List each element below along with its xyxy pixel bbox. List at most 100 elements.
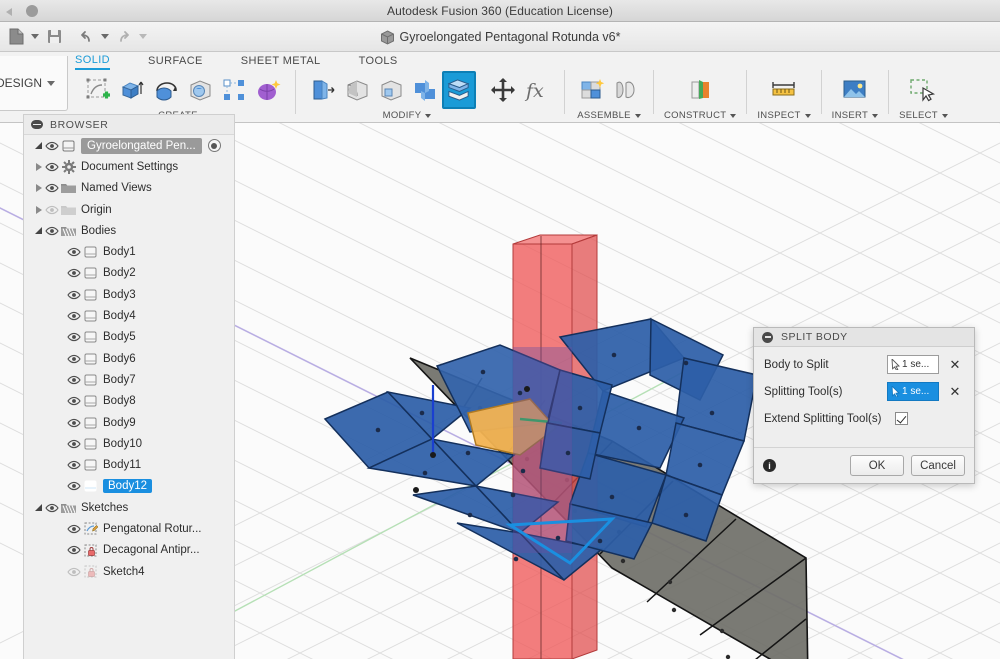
visibility-eye-icon[interactable] [66,310,82,322]
offset-plane-icon[interactable] [683,71,717,109]
visibility-eye-icon[interactable] [66,438,82,450]
body-to-split-clear-button[interactable]: ✕ [946,357,964,373]
browser-item-body11[interactable]: Body11 [24,454,234,475]
visibility-eye-icon[interactable] [44,161,60,173]
browser-item-body5[interactable]: Body5 [24,327,234,348]
browser-collapse-icon[interactable] [31,120,43,129]
info-icon[interactable]: i [763,459,776,472]
split-body-dialog[interactable]: SPLIT BODY Body to Split 1 se... ✕ Split… [753,327,975,484]
insert-image-icon[interactable] [838,71,872,109]
browser-item-sketches[interactable]: Sketches [24,497,234,518]
browser-item-document-settings[interactable]: Document Settings [24,156,234,177]
browser-item-body7[interactable]: Body7 [24,369,234,390]
ribbon-tabs[interactable]: SOLID SURFACE SHEET METAL TOOLS [75,52,436,71]
browser-item-origin[interactable]: Origin [24,199,234,220]
browser-item-named-views[interactable]: Named Views [24,178,234,199]
tab-tools[interactable]: TOOLS [359,55,398,69]
new-file-icon[interactable] [5,26,27,48]
splitting-tools-clear-button[interactable]: ✕ [946,384,964,400]
browser-header[interactable]: BROWSER [24,115,234,135]
visibility-eye-icon[interactable] [66,395,82,407]
create-sketch-icon[interactable] [81,71,115,109]
tab-sheet-metal[interactable]: SHEET METAL [241,55,321,69]
browser-item-body10[interactable]: Body10 [24,433,234,454]
visibility-eye-icon[interactable] [66,374,82,386]
root-expand-icon[interactable] [33,142,44,149]
quick-access-toolbar[interactable] [0,22,1000,52]
browser-tree[interactable]: Document SettingsNamed ViewsOriginBodies… [24,156,234,582]
ribbon-group-inspect-label[interactable]: INSPECT [757,110,810,121]
visibility-eye-icon[interactable] [44,182,60,194]
visibility-eye-icon[interactable] [66,544,82,556]
browser-item-body6[interactable]: Body6 [24,348,234,369]
extrude-icon[interactable] [115,71,149,109]
visibility-eye-icon[interactable] [66,523,82,535]
cancel-button[interactable]: Cancel [911,455,965,476]
form-icon[interactable] [251,71,285,109]
browser-item-decagonal-antipr[interactable]: Decagonal Antipr... [24,540,234,561]
browser-root-row[interactable]: Gyroelongated Pen... [24,135,234,156]
ribbon-group-insert-label[interactable]: INSERT [832,110,878,121]
browser-panel[interactable]: BROWSER Gyroelongated Pen... Document Se… [23,114,235,659]
new-component-icon[interactable] [575,71,609,109]
browser-item-body8[interactable]: Body8 [24,391,234,412]
dialog-collapse-icon[interactable] [762,332,773,343]
visibility-eye-icon[interactable] [66,331,82,343]
browser-item-body2[interactable]: Body2 [24,263,234,284]
workspace-switcher[interactable]: DESIGN [0,56,68,111]
visibility-eye-icon[interactable] [66,566,82,578]
joint-icon[interactable] [609,71,643,109]
visibility-eye-icon[interactable] [66,289,82,301]
workspace-caret-icon[interactable] [47,81,55,86]
collapse-triangle-icon[interactable] [33,504,44,511]
undo-dropdown-caret-icon[interactable] [101,34,109,39]
redo-dropdown-caret-icon[interactable] [139,34,147,39]
expand-triangle-icon[interactable] [33,163,44,171]
revolve-icon[interactable] [149,71,183,109]
save-icon[interactable] [43,26,65,48]
root-activate-radio[interactable] [208,139,221,152]
body-to-split-selection-button[interactable]: 1 se... [887,355,939,374]
visibility-eye-icon[interactable] [66,459,82,471]
split-body-icon[interactable] [442,71,476,109]
visibility-eye-icon[interactable] [66,480,82,492]
extend-splitting-tools-checkbox[interactable] [895,412,908,425]
press-pull-icon[interactable] [306,71,340,109]
select-window-icon[interactable] [906,71,940,109]
fillet-icon[interactable] [340,71,374,109]
expand-triangle-icon[interactable] [33,206,44,214]
tab-surface[interactable]: SURFACE [148,55,203,69]
browser-item-body3[interactable]: Body3 [24,284,234,305]
pattern-icon[interactable] [217,71,251,109]
browser-item-body12[interactable]: Body12 [24,476,234,497]
undo-icon[interactable] [75,26,97,48]
shell-icon[interactable] [374,71,408,109]
browser-item-pengatonal-rotur[interactable]: Pengatonal Rotur... [24,518,234,539]
hole-icon[interactable] [183,71,217,109]
ok-button[interactable]: OK [850,455,904,476]
ribbon-group-select-label[interactable]: SELECT [899,110,948,121]
browser-item-body1[interactable]: Body1 [24,241,234,262]
move-copy-icon[interactable] [486,71,520,109]
splitting-tools-selection-button[interactable]: 1 se... [887,382,939,401]
visibility-eye-icon[interactable] [66,246,82,258]
root-visibility-icon[interactable] [44,140,60,152]
window-control-button[interactable] [26,5,38,17]
ribbon-group-modify-label[interactable]: MODIFY [383,110,432,121]
browser-item-body9[interactable]: Body9 [24,412,234,433]
tab-solid[interactable]: SOLID [75,54,110,70]
dialog-header[interactable]: SPLIT BODY [754,328,974,347]
ribbon-group-assemble-label[interactable]: ASSEMBLE [577,110,641,121]
browser-item-bodies[interactable]: Bodies [24,220,234,241]
visibility-eye-icon[interactable] [44,204,60,216]
browser-item-body4[interactable]: Body4 [24,305,234,326]
redo-icon[interactable] [113,26,135,48]
measure-icon[interactable] [767,71,801,109]
ribbon-group-construct-label[interactable]: CONSTRUCT [664,110,736,121]
browser-item-sketch4[interactable]: Sketch4 [24,561,234,582]
visibility-eye-icon[interactable] [66,417,82,429]
visibility-eye-icon[interactable] [66,267,82,279]
visibility-eye-icon[interactable] [44,225,60,237]
visibility-eye-icon[interactable] [44,502,60,514]
visibility-eye-icon[interactable] [66,353,82,365]
